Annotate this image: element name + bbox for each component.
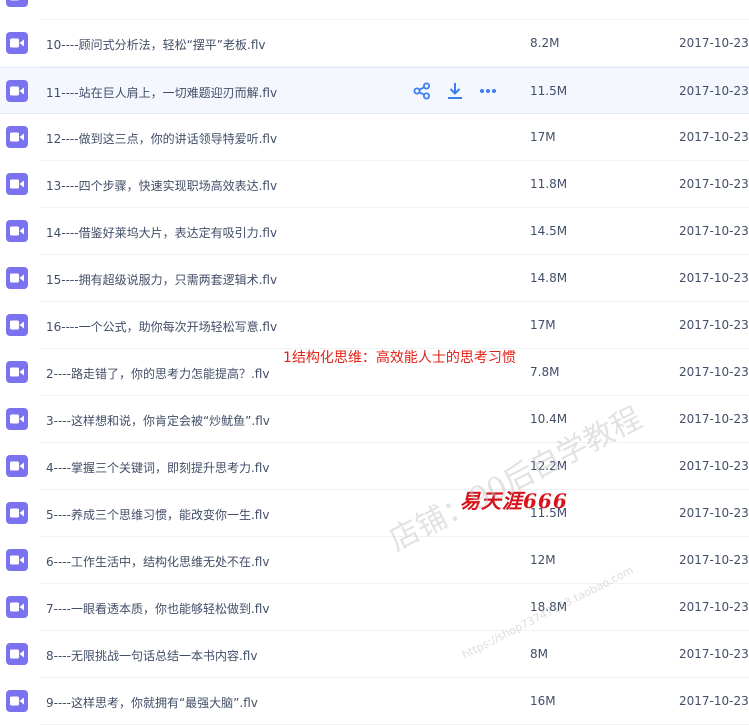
file-size: 12.2M bbox=[530, 459, 568, 473]
brand-watermark: 易天涯666 bbox=[460, 489, 568, 513]
file-date: 2017-10-23 bbox=[679, 271, 749, 285]
file-date: 2017-10-23 bbox=[679, 459, 749, 473]
file-row[interactable]: 12----做到这三点，你的讲话领导特爱听.flv 17M 2017-10-23 bbox=[0, 114, 749, 161]
file-name[interactable]: 7----一眼看透本质，你也能够轻松做到.flv bbox=[46, 600, 269, 617]
file-size: 11.5M bbox=[530, 84, 568, 98]
video-file-icon bbox=[6, 173, 28, 195]
file-name[interactable]: 16----一个公式，助你每次开场轻松写意.flv bbox=[46, 318, 277, 335]
file-date: 2017-10-23 bbox=[679, 177, 749, 191]
file-date: 2017-10-23 bbox=[679, 36, 749, 50]
file-row[interactable]: 15----拥有超级说服力，只需两套逻辑术.flv 14.8M 2017-10-23 bbox=[0, 255, 749, 302]
file-name[interactable]: 9----这样思考，你就拥有“最强大脑”.flv bbox=[46, 694, 258, 711]
file-name[interactable]: 15----拥有超级说服力，只需两套逻辑术.flv bbox=[46, 271, 277, 288]
file-name[interactable]: 10----顾问式分析法，轻松“摆平”老板.flv bbox=[46, 36, 266, 53]
file-size: 17M bbox=[530, 130, 556, 144]
file-size: 7.8M bbox=[530, 365, 560, 379]
file-date: 2017-10-23 bbox=[679, 318, 749, 332]
file-row[interactable]: 16----一个公式，助你每次开场轻松写意.flv 17M 2017-10-23 bbox=[0, 302, 749, 349]
video-file-icon bbox=[6, 690, 28, 712]
file-date: 2017-10-23 bbox=[679, 224, 749, 238]
download-icon[interactable] bbox=[445, 81, 465, 101]
file-name[interactable]: 12----做到这三点，你的讲话领导特爱听.flv bbox=[46, 130, 277, 147]
file-row[interactable]: 13----四个步骤，快速实现职场高效表达.flv 11.8M 2017-10-23 bbox=[0, 161, 749, 208]
video-file-icon bbox=[6, 502, 28, 524]
file-size: 8.2M bbox=[530, 36, 560, 50]
folder-title-overlay: 1结构化思维：高效能人士的思考习惯 bbox=[283, 350, 516, 366]
file-date: 2017-10-23 bbox=[679, 600, 749, 614]
file-row[interactable]: 4----掌握三个关键词，即刻提升思考力.flv 12.2M 2017-10-23 bbox=[0, 443, 749, 490]
file-row[interactable]: 5----养成三个思维习惯，能改变你一生.flv 11.5M 2017-10-23 bbox=[0, 490, 749, 537]
video-file-icon bbox=[6, 220, 28, 242]
more-icon[interactable] bbox=[478, 81, 498, 101]
video-file-icon bbox=[6, 80, 28, 102]
file-size: 8M bbox=[530, 647, 548, 661]
video-file-icon bbox=[6, 361, 28, 383]
file-name[interactable]: 2----路走错了，你的思考力怎能提高？.flv bbox=[46, 365, 269, 382]
file-row[interactable]: 9----这样思考，你就拥有“最强大脑”.flv 16M 2017-10-23 bbox=[0, 678, 749, 725]
file-row[interactable]: 3----这样想和说，你肯定会被“炒鱿鱼”.flv 10.4M 2017-10-23 bbox=[0, 396, 749, 443]
video-file-icon bbox=[6, 596, 28, 618]
file-row[interactable]: 11----站在巨人肩上，一切难题迎刃而解.flv 11.5M 2017-10-23 bbox=[0, 67, 749, 114]
video-file-icon bbox=[6, 643, 28, 665]
file-date: 2017-10-23 bbox=[679, 694, 749, 708]
file-date: 2017-10-23 bbox=[679, 506, 749, 520]
file-row[interactable]: 7----一眼看透本质，你也能够轻松做到.flv 18.8M 2017-10-23 bbox=[0, 584, 749, 631]
file-name[interactable]: 11----站在巨人肩上，一切难题迎刃而解.flv bbox=[46, 84, 277, 101]
file-size: 14.5M bbox=[530, 224, 568, 238]
file-date: 2017-10-23 bbox=[679, 84, 749, 98]
video-file-icon bbox=[6, 267, 28, 289]
file-name[interactable]: 6----工作生活中，结构化思维无处不在.flv bbox=[46, 553, 269, 570]
file-date: 2017-10-23 bbox=[679, 412, 749, 426]
video-file-icon bbox=[6, 0, 28, 7]
file-date: 2017-10-23 bbox=[679, 365, 749, 379]
file-name[interactable]: 3----这样想和说，你肯定会被“炒鱿鱼”.flv bbox=[46, 412, 270, 429]
share-icon[interactable] bbox=[412, 81, 432, 101]
file-row[interactable]: 8----无限挑战一句话总结一本书内容.flv 8M 2017-10-23 bbox=[0, 631, 749, 678]
video-file-icon bbox=[6, 314, 28, 336]
file-name[interactable]: 5----养成三个思维习惯，能改变你一生.flv bbox=[46, 506, 269, 523]
file-size: 14.8M bbox=[530, 271, 568, 285]
file-row[interactable]: 6----工作生活中，结构化思维无处不在.flv 12M 2017-10-23 bbox=[0, 537, 749, 584]
file-size: 17M bbox=[530, 318, 556, 332]
file-row[interactable] bbox=[0, 0, 749, 20]
file-name[interactable]: 13----四个步骤，快速实现职场高效表达.flv bbox=[46, 177, 277, 194]
file-name[interactable]: 8----无限挑战一句话总结一本书内容.flv bbox=[46, 647, 257, 664]
file-size: 18.8M bbox=[530, 600, 568, 614]
video-file-icon bbox=[6, 408, 28, 430]
file-date: 2017-10-23 bbox=[679, 647, 749, 661]
file-row[interactable]: 10----顾问式分析法，轻松“摆平”老板.flv 8.2M 2017-10-23 bbox=[0, 20, 749, 67]
file-size: 11.8M bbox=[530, 177, 568, 191]
video-file-icon bbox=[6, 549, 28, 571]
file-size: 16M bbox=[530, 694, 556, 708]
file-size: 12M bbox=[530, 553, 556, 567]
video-file-icon bbox=[6, 455, 28, 477]
video-file-icon bbox=[6, 126, 28, 148]
file-date: 2017-10-23 bbox=[679, 553, 749, 567]
file-name[interactable]: 4----掌握三个关键词，即刻提升思考力.flv bbox=[46, 459, 269, 476]
file-date: 2017-10-23 bbox=[679, 130, 749, 144]
video-file-icon bbox=[6, 32, 28, 54]
file-row[interactable]: 14----借鉴好莱坞大片，表达定有吸引力.flv 14.5M 2017-10-23 bbox=[0, 208, 749, 255]
file-name[interactable]: 14----借鉴好莱坞大片，表达定有吸引力.flv bbox=[46, 224, 277, 241]
file-size: 10.4M bbox=[530, 412, 568, 426]
